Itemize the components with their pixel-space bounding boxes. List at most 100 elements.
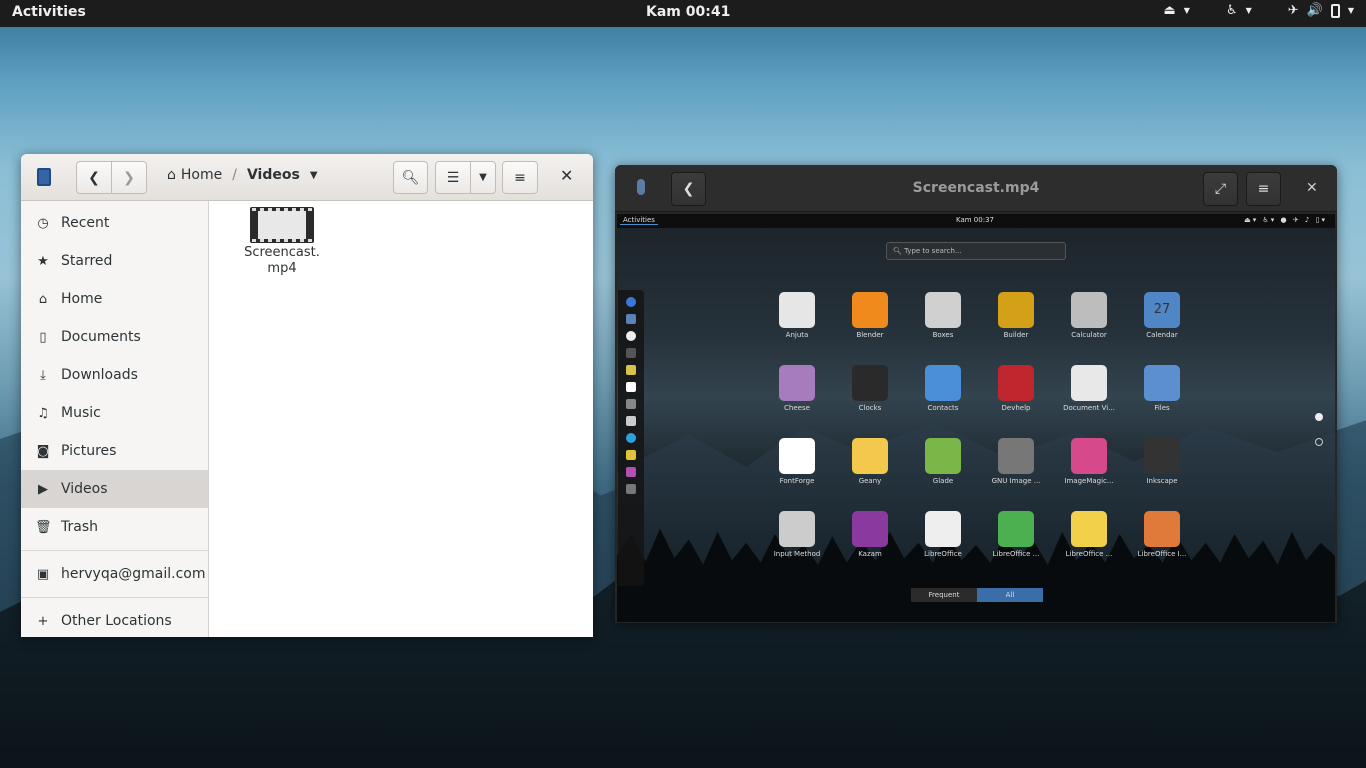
path-home[interactable]: ⌂ Home	[167, 167, 222, 183]
app-label: LibreOffice	[924, 550, 962, 558]
fullscreen-button[interactable]: ⤢	[1203, 172, 1238, 206]
page-dots	[1315, 413, 1323, 463]
app-tile: Devhelp	[981, 365, 1051, 412]
sidebar-item-account[interactable]: ▣ hervyqa@gmail.com	[21, 555, 208, 593]
app-tile: Builder	[981, 292, 1051, 339]
app-icon	[852, 511, 888, 547]
app-tile: Document Vi...	[1054, 365, 1124, 412]
app-label: FontForge	[779, 477, 815, 485]
clock[interactable]: Kam 00:41	[646, 4, 730, 20]
clock-icon: ◷	[37, 215, 49, 231]
search-icon: 🔍︎	[401, 169, 420, 186]
app-icon	[779, 292, 815, 328]
sidebar-item-recent[interactable]: ◷ Recent	[21, 204, 208, 242]
file-name-line2: mp4	[267, 261, 297, 276]
app-icon	[925, 438, 961, 474]
system-tray[interactable]: ⏏ ▼ ♿ ▼ ✈ 🔊 ▼	[1163, 3, 1354, 18]
app-icon	[852, 438, 888, 474]
sidebar-item-music[interactable]: ♫ Music	[21, 394, 208, 432]
app-tile: Glade	[908, 438, 978, 485]
page-dot	[1315, 438, 1323, 446]
tab-frequent: Frequent	[911, 588, 977, 602]
video-search-box: 🔍︎ Type to search...	[886, 242, 1066, 260]
sidebar-item-downloads[interactable]: ⤓ Downloads	[21, 356, 208, 394]
online-account-icon: ▣	[36, 566, 50, 582]
app-label: Inkscape	[1146, 477, 1178, 485]
battery-icon[interactable]	[1330, 3, 1340, 18]
view-list-button[interactable]: ☰	[435, 161, 471, 194]
app-tile: ImageMagic...	[1054, 438, 1124, 485]
sidebar-item-other-locations[interactable]: + Other Locations	[21, 602, 208, 637]
file-item-screencast[interactable]: Screencast. mp4	[232, 207, 332, 277]
path-current[interactable]: Videos	[247, 167, 300, 183]
app-tile: Calculator	[1054, 292, 1124, 339]
sidebar-item-home[interactable]: ⌂ Home	[21, 280, 208, 318]
music-icon: ♫	[37, 405, 49, 421]
accessibility-icon[interactable]: ♿	[1226, 3, 1238, 18]
app-icon	[1071, 438, 1107, 474]
close-button[interactable]: ✕	[560, 166, 573, 185]
menu-button[interactable]: ≡	[502, 161, 538, 194]
files-app-icon	[37, 168, 51, 186]
hamburger-icon: ≡	[514, 169, 526, 186]
fullscreen-icon: ⤢	[1214, 181, 1227, 197]
app-label: Calendar	[1146, 331, 1178, 339]
app-label: Builder	[1003, 331, 1029, 339]
video-dash	[618, 290, 644, 586]
hamburger-icon: ≡	[1257, 181, 1270, 197]
app-tile: Files	[1127, 365, 1197, 412]
app-icon	[1071, 292, 1107, 328]
sidebar-item-pictures[interactable]: ◙ Pictures	[21, 432, 208, 470]
app-icon	[998, 511, 1034, 547]
download-icon: ⤓	[40, 367, 46, 383]
app-label: Devhelp	[1001, 404, 1031, 412]
video-topbar: Activities Kam 00:37 ⏏▾ ♿▾ ● ✈ ♪ ▯▾	[617, 214, 1335, 228]
chevron-down-icon[interactable]: ▼	[310, 170, 318, 181]
divider	[21, 550, 208, 551]
forward-button[interactable]: ❯	[111, 161, 147, 194]
app-label: ImageMagic...	[1064, 477, 1114, 485]
video-activities: Activities	[620, 216, 658, 225]
sidebar-item-videos[interactable]: ▶ Videos	[21, 470, 208, 508]
app-label: Anjuta	[785, 331, 809, 339]
app-label: LibreOffice I...	[1137, 550, 1187, 558]
app-icon	[998, 292, 1034, 328]
app-tile: 27 Calendar	[1127, 292, 1197, 339]
back-button[interactable]: ❮	[76, 161, 112, 194]
app-tile: Contacts	[908, 365, 978, 412]
app-label: Document Vi...	[1063, 404, 1115, 412]
video-tray-icons: ⏏▾ ♿▾ ● ✈ ♪ ▯▾	[1244, 216, 1327, 224]
home-icon: ⌂	[38, 291, 48, 307]
trash-icon: 🗑︎	[35, 519, 52, 535]
app-icon	[779, 438, 815, 474]
app-icon	[1071, 365, 1107, 401]
app-icon	[1144, 511, 1180, 547]
app-tile: LibreOffice ...	[981, 511, 1051, 558]
files-headerbar: ❮ ❯ ⌂ Home / Videos ▼ 🔍︎ ☰ ▼ ≡ ✕	[21, 154, 593, 201]
menu-button[interactable]: ≡	[1246, 172, 1281, 206]
file-view: Screencast. mp4	[210, 201, 593, 637]
activities-button[interactable]: Activities	[12, 4, 86, 20]
airplane-icon[interactable]: ✈	[1288, 3, 1299, 18]
search-button[interactable]: 🔍︎	[393, 161, 428, 194]
sidebar-item-documents[interactable]: ▯ Documents	[21, 318, 208, 356]
path-separator: /	[232, 167, 237, 183]
volume-icon[interactable]: 🔊	[1307, 3, 1323, 18]
sidebar-item-trash[interactable]: 🗑︎ Trash	[21, 508, 208, 546]
app-icon	[925, 292, 961, 328]
files-window: ❮ ❯ ⌂ Home / Videos ▼ 🔍︎ ☰ ▼ ≡ ✕ ◷ Recent …	[21, 154, 593, 637]
app-tile: Boxes	[908, 292, 978, 339]
app-label: LibreOffice ...	[1065, 550, 1113, 558]
view-options-button[interactable]: ▼	[470, 161, 496, 194]
video-headerbar: ❮ Screencast.mp4 ⤢ ≡ ✕	[615, 165, 1337, 212]
top-bar: Activities Kam 00:41 ⏏ ▼ ♿ ▼ ✈ 🔊 ▼	[0, 0, 1366, 27]
app-tile: Anjuta	[762, 292, 832, 339]
close-button[interactable]: ✕	[1306, 180, 1318, 196]
video-frame[interactable]: Activities Kam 00:37 ⏏▾ ♿▾ ● ✈ ♪ ▯▾ 🔍︎ T…	[617, 214, 1335, 622]
sidebar: ◷ Recent ★ Starred ⌂ Home ▯ Documents ⤓ Downl…	[21, 201, 209, 637]
video-player-window: ❮ Screencast.mp4 ⤢ ≡ ✕ Activities Kam 00…	[615, 165, 1337, 623]
app-tile: FontForge	[762, 438, 832, 485]
sidebar-item-starred[interactable]: ★ Starred	[21, 242, 208, 280]
app-tile: Blender	[835, 292, 905, 339]
eject-icon[interactable]: ⏏	[1163, 3, 1175, 18]
